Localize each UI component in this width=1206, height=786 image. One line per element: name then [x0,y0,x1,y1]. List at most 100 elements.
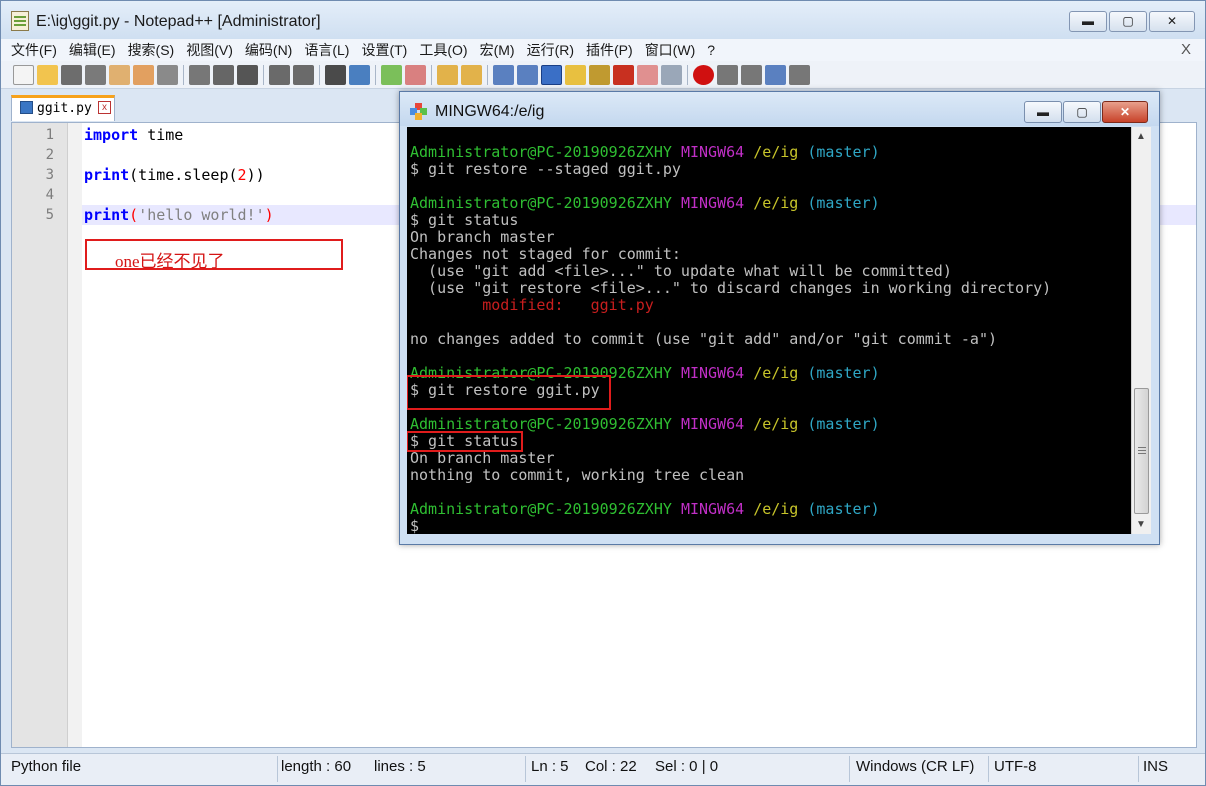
show-all-chars-icon[interactable] [517,64,538,85]
status-bar: Python file length : 60 lines : 5 Ln : 5… [1,753,1205,785]
toolbar-divider [431,64,432,85]
status-col: Col : 22 [585,758,637,775]
mingw-terminal-window[interactable]: MINGW64:/e/ig ▬ ▢ ✕ Administrator@PC-201… [399,91,1160,545]
new-file-icon[interactable] [13,64,34,85]
status-insert-mode: INS [1143,758,1169,775]
tab-ggit-py[interactable]: ggit.py x [11,95,115,121]
mingw-icon [410,103,427,120]
output-line: On branch master [410,449,555,467]
menu-macro[interactable]: 宏(M) [480,40,515,60]
cut-icon[interactable] [189,64,210,85]
print-icon[interactable] [157,64,178,85]
terminal-output[interactable]: Administrator@PC-20190926ZXHY MINGW64 /e… [407,127,1131,534]
terminal-close-button[interactable]: ✕ [1102,101,1148,123]
sync-horizontal-icon[interactable] [461,64,482,85]
close-all-icon[interactable] [133,64,154,85]
highlight-restore-command [407,375,611,410]
open-file-icon[interactable] [37,64,58,85]
scrollbar-thumb[interactable] [1134,388,1149,514]
code-line-5: print('hello world!') [84,206,274,224]
menu-edit[interactable]: 编辑(E) [69,40,116,60]
line-number: 2 [45,147,54,163]
status-eol: Windows (CR LF) [856,758,975,775]
save-macro-icon[interactable] [789,64,810,85]
command-prompt-cursor[interactable]: $ [410,518,419,535]
save-icon[interactable] [61,64,82,85]
line-number: 3 [45,167,54,183]
zoom-in-icon[interactable] [381,64,402,85]
close-button[interactable]: ✕ [1149,11,1195,32]
prompt-line: Administrator@PC-20190926ZXHY MINGW64 /e… [410,500,880,518]
folder-as-workspace-icon[interactable] [637,64,658,85]
line-number: 1 [45,127,54,143]
tab-close-icon[interactable]: x [98,101,111,114]
toolbar [1,61,1205,89]
find-icon[interactable] [325,64,346,85]
terminal-maximize-button[interactable]: ▢ [1063,101,1101,123]
stop-macro-icon[interactable] [717,64,738,85]
prompt-line: Administrator@PC-20190926ZXHY MINGW64 /e… [410,194,880,212]
record-macro-icon[interactable] [693,64,714,85]
prompt-line: Administrator@PC-20190926ZXHY MINGW64 /e… [410,143,880,161]
toolbar-divider [183,64,184,85]
paste-icon[interactable] [237,64,258,85]
menu-search[interactable]: 搜索(S) [128,40,175,60]
monitoring-icon[interactable] [661,64,682,85]
menu-settings[interactable]: 设置(T) [361,40,407,60]
run-macro-multiple-icon[interactable] [765,64,786,85]
toolbar-divider [487,64,488,85]
scroll-down-icon[interactable]: ▼ [1136,519,1146,530]
menu-language[interactable]: 语言(L) [304,40,349,60]
output-line: On branch master [410,228,555,246]
replace-icon[interactable] [349,64,370,85]
title-bar: E:\ig\ggit.py - Notepad++ [Administrator… [1,1,1205,39]
scroll-up-icon[interactable]: ▲ [1136,131,1146,142]
function-list-icon[interactable] [589,64,610,85]
copy-icon[interactable] [213,64,234,85]
maximize-button[interactable]: ▢ [1109,11,1147,32]
modified-file-line: modified: ggit.py [410,296,654,314]
menu-run[interactable]: 运行(R) [527,40,574,60]
grip-icon [1138,447,1146,448]
terminal-title-bar: MINGW64:/e/ig ▬ ▢ ✕ [400,92,1159,126]
line-number: 4 [45,187,54,203]
output-line: Changes not staged for commit: [410,245,681,263]
folder-workspace-icon[interactable] [613,64,634,85]
status-divider [849,756,850,782]
fold-margin [68,123,82,747]
indent-guide-icon[interactable] [541,64,562,85]
menu-window[interactable]: 窗口(W) [645,40,696,60]
status-length: length : 60 [281,758,352,775]
highlight-status-command [407,431,523,452]
play-macro-icon[interactable] [741,64,762,85]
close-document-button[interactable]: X [1181,41,1191,58]
close-file-icon[interactable] [109,64,130,85]
minimize-button[interactable]: ▬ [1069,11,1107,32]
zoom-out-icon[interactable] [405,64,426,85]
terminal-scrollbar[interactable]: ▲ ▼ [1131,127,1151,534]
tab-label: ggit.py [37,101,92,116]
menu-view[interactable]: 视图(V) [186,40,233,60]
menu-bar: 文件(F) 编辑(E) 搜索(S) 视图(V) 编码(N) 语言(L) 设置(T… [1,39,1205,61]
terminal-minimize-button[interactable]: ▬ [1024,101,1062,123]
status-sel: Sel : 0 | 0 [655,758,719,775]
status-lines: lines : 5 [374,758,426,775]
redo-icon[interactable] [293,64,314,85]
menu-encoding[interactable]: 编码(N) [245,40,292,60]
menu-tools[interactable]: 工具(O) [419,40,467,60]
sync-vertical-icon[interactable] [437,64,458,85]
menu-help[interactable]: ? [707,42,715,58]
doc-map-icon[interactable] [565,64,586,85]
save-all-icon[interactable] [85,64,106,85]
word-wrap-icon[interactable] [493,64,514,85]
toolbar-divider [263,64,264,85]
status-divider [988,756,989,782]
command-line: $ git restore --staged ggit.py [410,160,681,178]
menu-plugins[interactable]: 插件(P) [586,40,633,60]
window-title: E:\ig\ggit.py - Notepad++ [Administrator… [36,13,321,30]
line-number-gutter: 1 2 3 4 5 [12,123,68,747]
menu-file[interactable]: 文件(F) [11,40,57,60]
notepadpp-icon [11,11,29,31]
undo-icon[interactable] [269,64,290,85]
saved-file-icon [20,101,33,114]
